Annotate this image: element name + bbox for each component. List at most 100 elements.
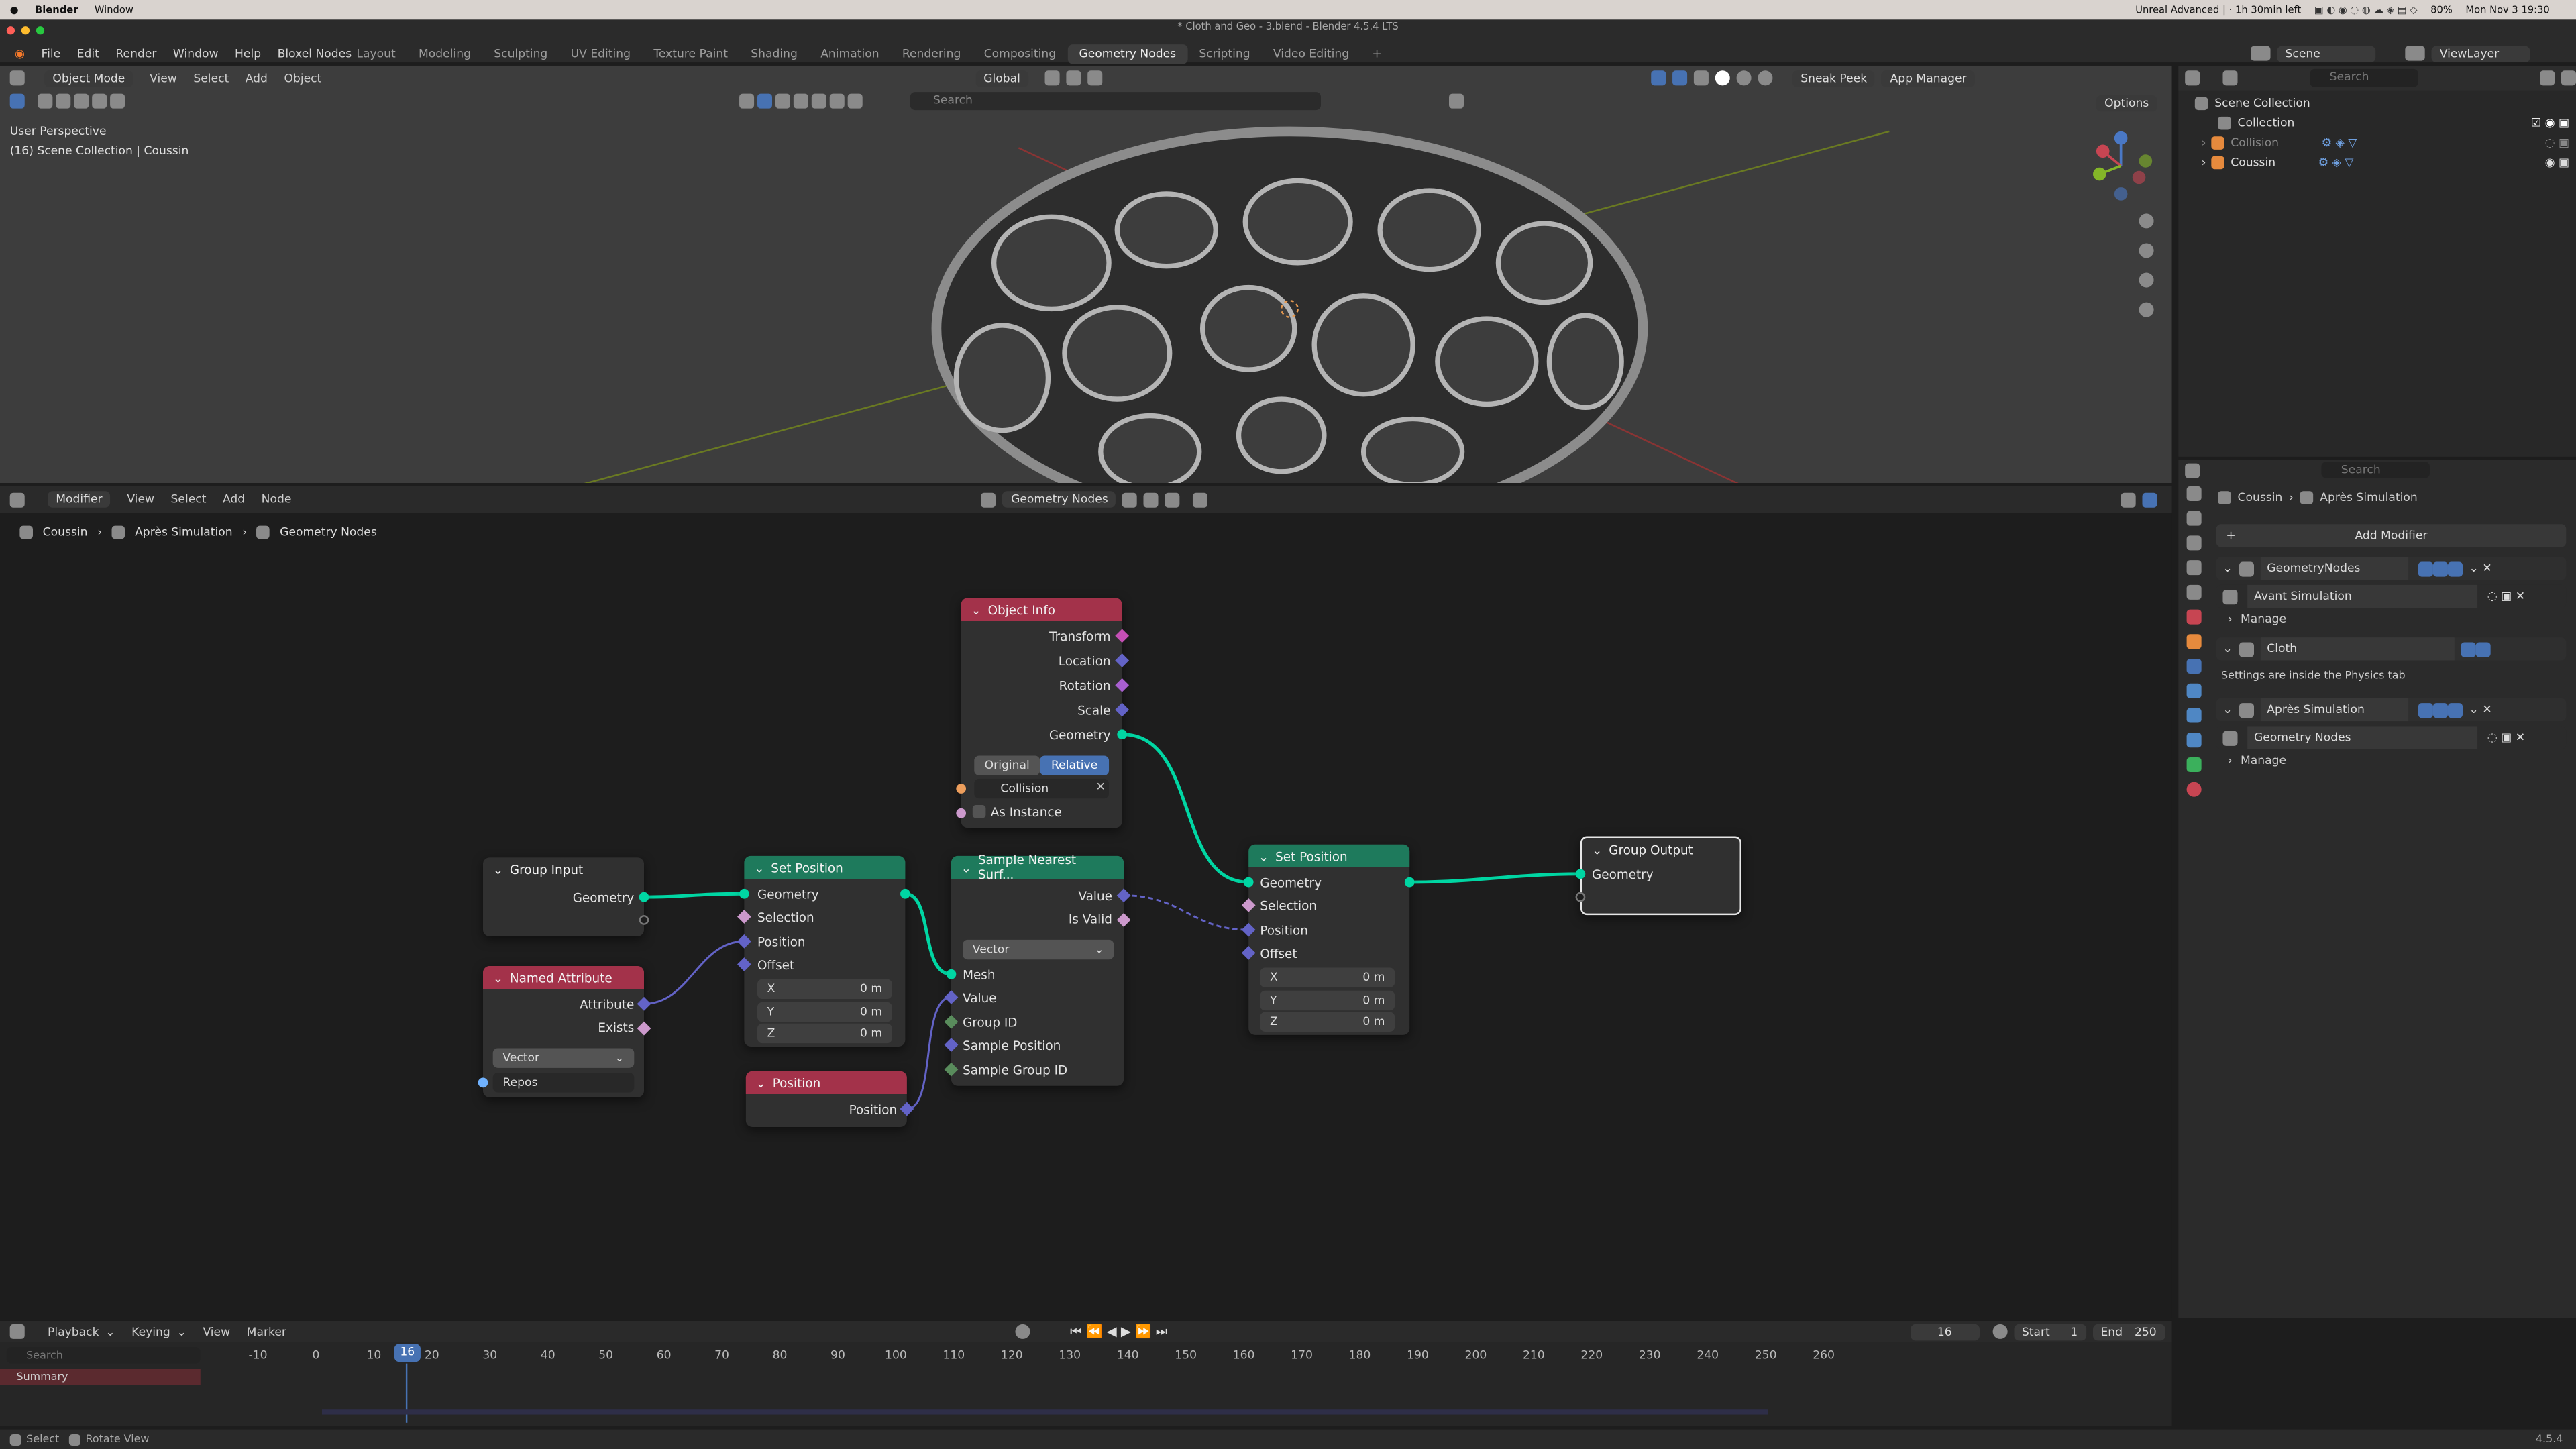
node-header[interactable]: ⌄ Named Attribute — [483, 966, 645, 989]
node-group-selector[interactable]: Avant Simulation ◌ ▣ ✕ — [2216, 584, 2567, 608]
outliner-filter-icon[interactable] — [2540, 70, 2555, 86]
modifier-name-field[interactable]: Après Simulation — [2260, 698, 2408, 722]
socket-name[interactable] — [478, 1077, 488, 1088]
modifier-panel-cloth[interactable]: ⌄ Cloth — [2216, 637, 2567, 661]
summary-channel[interactable]: Summary — [0, 1368, 201, 1385]
socket-object[interactable] — [956, 784, 967, 794]
outliner-editor-icon[interactable] — [2185, 70, 2200, 86]
battery-percent[interactable]: 80% — [2430, 4, 2453, 15]
show-viewport-icon[interactable] — [2432, 702, 2448, 717]
relative-toggle[interactable]: Relative — [1040, 755, 1110, 775]
socket-empty[interactable] — [1575, 892, 1586, 902]
new-collection-icon[interactable] — [2561, 70, 2576, 86]
clear-object-icon[interactable]: ✕ — [1095, 780, 1105, 794]
auto-key-icon[interactable] — [1016, 1324, 1031, 1339]
particles-tab-icon[interactable] — [2186, 683, 2201, 698]
constraints-tab-icon[interactable] — [2186, 733, 2201, 748]
socket-mesh[interactable] — [946, 969, 957, 979]
offset-x-field[interactable]: X0 m — [1260, 967, 1395, 987]
offset-x-field[interactable]: X0 m — [757, 979, 892, 999]
show-render-icon[interactable] — [2447, 561, 2463, 576]
socket-geometry-out[interactable] — [1404, 877, 1415, 888]
clock-icon[interactable] — [1992, 1324, 2007, 1339]
socket-geometry[interactable] — [1117, 729, 1128, 740]
modifier-name-field[interactable]: GeometryNodes — [2260, 557, 2408, 580]
socket-geometry[interactable] — [1575, 869, 1586, 879]
manage-panel-1[interactable]: › Manage — [2228, 612, 2286, 626]
playhead-frame-label[interactable]: 16 — [394, 1344, 421, 1362]
socket-geometry[interactable] — [639, 892, 649, 902]
tool-tab-icon[interactable] — [2186, 486, 2201, 501]
add-modifier-button[interactable]: + Add Modifier — [2216, 524, 2567, 547]
playback-menu[interactable]: Playback — [48, 1325, 99, 1338]
as-instance-checkbox[interactable] — [972, 805, 986, 818]
show-render-icon[interactable] — [2447, 702, 2463, 717]
timeline-view-menu[interactable]: View — [203, 1325, 230, 1338]
node-header[interactable]: ⌄ Object Info — [961, 598, 1122, 621]
show-editmode-icon[interactable] — [2418, 561, 2433, 576]
node-header[interactable]: ⌄ Sample Nearest Surf... — [951, 853, 1124, 882]
keying-menu[interactable]: Keying — [131, 1325, 170, 1338]
show-editmode-icon[interactable] — [2418, 702, 2433, 717]
material-tab-icon[interactable] — [2186, 782, 2201, 797]
playback-controls[interactable]: ⏮ ⏪ ◀ ▶ ⏩ ⏭ — [1070, 1324, 1167, 1340]
node-header[interactable]: ⌄ Position — [745, 1071, 907, 1095]
marker-menu[interactable]: Marker — [247, 1325, 286, 1338]
view-layer-tab-icon[interactable] — [2186, 560, 2201, 576]
manage-panel-2[interactable]: › Manage — [2228, 754, 2286, 767]
end-frame-field[interactable]: End 250 — [2092, 1323, 2165, 1340]
display-mode-icon[interactable] — [2222, 70, 2238, 86]
render-tab-icon[interactable] — [2186, 511, 2201, 526]
mac-clock[interactable]: Mon Nov 3 19:30 — [2465, 4, 2549, 15]
node-group-selector[interactable]: Geometry Nodes ◌ ▣ ✕ — [2216, 726, 2567, 749]
node-header[interactable]: ⌄ Group Input — [483, 857, 645, 881]
node-header[interactable]: ⌄ Set Position — [744, 855, 906, 879]
modifier-panel-apres-simulation[interactable]: ⌄ Après Simulation ⌄ ✕ — [2216, 698, 2567, 722]
scene-selector[interactable]: Scene — [2277, 45, 2376, 62]
scene-tab-icon[interactable] — [2186, 584, 2201, 600]
data-type-dropdown[interactable]: Vector ⌄ — [963, 939, 1114, 960]
view-layer-selector[interactable]: ViewLayer — [2431, 45, 2530, 62]
outliner-search[interactable]: Search — [2310, 68, 2418, 87]
outliner-row-collection[interactable]: Collection ☑ ◉ ▣ — [2218, 113, 2569, 133]
view-layer-icon[interactable] — [2405, 46, 2425, 61]
current-frame-field[interactable]: 16 — [1910, 1323, 1980, 1340]
show-viewport-icon[interactable] — [2432, 561, 2448, 576]
original-toggle[interactable]: Original — [974, 755, 1040, 775]
socket-geometry-out[interactable] — [900, 888, 910, 899]
show-render-icon[interactable] — [2475, 641, 2491, 657]
timeline-search[interactable]: Search — [6, 1347, 201, 1364]
modifier-tab-icon[interactable] — [2186, 659, 2201, 674]
tray-icons[interactable]: ▣ ◐ ◉ ◌ ◍ ☁ ◈ ▤ ◇ — [2314, 4, 2418, 15]
object-field[interactable]: Collision — [974, 778, 1110, 799]
show-viewport-icon[interactable] — [2461, 641, 2476, 657]
socket-as-instance[interactable] — [956, 808, 967, 818]
data-tab-icon[interactable] — [2186, 757, 2201, 773]
outliner-row-coussin[interactable]: › Coussin ⚙ ◈ ▽ ◉ ▣ — [2202, 153, 2569, 172]
offset-y-field[interactable]: Y0 m — [1260, 990, 1395, 1011]
properties-editor-icon[interactable] — [2185, 462, 2200, 478]
modifier-name-field[interactable]: Cloth — [2260, 637, 2455, 661]
data-type-dropdown[interactable]: Vector ⌄ — [492, 1048, 635, 1068]
start-frame-field[interactable]: Start 1 — [2013, 1323, 2086, 1340]
outliner-row-collision[interactable]: › Collision ⚙ ◈ ▽ ◌ ▣ — [2202, 133, 2569, 152]
properties-search[interactable]: Search — [2321, 462, 2430, 478]
scene-icon[interactable] — [2251, 46, 2271, 61]
offset-z-field[interactable]: Z0 m — [757, 1023, 892, 1044]
outliner-row-scene-collection[interactable]: Scene Collection — [2194, 94, 2310, 113]
physics-tab-icon[interactable] — [2186, 708, 2201, 723]
output-tab-icon[interactable] — [2186, 535, 2201, 551]
node-header[interactable]: ⌄ Set Position — [1248, 844, 1410, 868]
socket-geometry-in[interactable] — [739, 888, 749, 899]
node-header[interactable]: ⌄ Group Output — [1582, 837, 1740, 861]
offset-z-field[interactable]: Z0 m — [1260, 1012, 1395, 1032]
timeline-tick: 190 — [1407, 1348, 1429, 1362]
timeline-editor-icon[interactable] — [9, 1324, 25, 1339]
world-tab-icon[interactable] — [2186, 609, 2201, 625]
attribute-name-field[interactable]: Repos — [492, 1073, 635, 1093]
socket-geometry-in[interactable] — [1243, 877, 1254, 888]
object-tab-icon[interactable] — [2186, 634, 2201, 649]
offset-y-field[interactable]: Y0 m — [757, 1002, 892, 1022]
socket-empty[interactable] — [639, 915, 649, 925]
modifier-panel-geometrynodes[interactable]: ⌄ GeometryNodes ⌄ ✕ — [2216, 557, 2567, 580]
